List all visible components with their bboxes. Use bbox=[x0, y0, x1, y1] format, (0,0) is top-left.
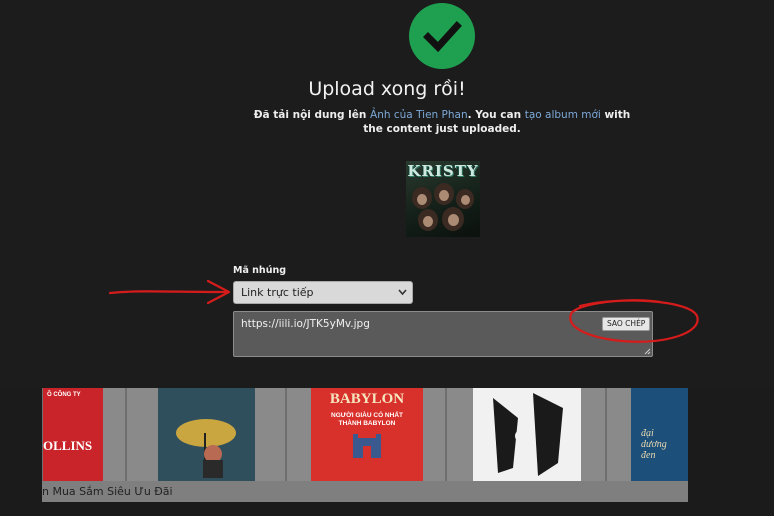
book-card[interactable] bbox=[446, 388, 606, 481]
chevron-down-icon bbox=[398, 282, 407, 312]
book-cover bbox=[473, 388, 581, 481]
resize-grip-icon[interactable] bbox=[644, 348, 651, 355]
book-cover-title: đại dương đen bbox=[641, 428, 667, 461]
thumbnail-person bbox=[418, 209, 438, 231]
book-cover: BABYLON NGƯỜI GIÀU CÓ NHẤT THÀNH BABYLON bbox=[311, 388, 423, 481]
thumbnail-person bbox=[442, 207, 464, 231]
book-cover-subtitle: NGƯỜI GIÀU CÓ NHẤT THÀNH BABYLON bbox=[331, 412, 403, 427]
new-album-link[interactable]: tạo album mới bbox=[525, 109, 601, 121]
embed-code-value: https://iili.io/JTK5yMv.jpg bbox=[241, 318, 370, 330]
book-illustration bbox=[493, 393, 563, 476]
upload-title: Upload xong rồi! bbox=[308, 78, 466, 100]
message-text: . You can bbox=[467, 109, 525, 121]
book-cover: đại dương đen bbox=[631, 388, 688, 481]
embed-code-label: Mã nhúng bbox=[233, 265, 287, 276]
book-cover-text: Ô CÔNG TY bbox=[47, 392, 81, 398]
book-illustration bbox=[176, 419, 236, 478]
embed-code-textarea[interactable]: https://iili.io/JTK5yMv.jpg SAO CHÉP bbox=[233, 311, 653, 357]
thumbnail-title: KRISTY bbox=[407, 162, 479, 180]
book-card[interactable]: đại dương đen bbox=[606, 388, 688, 481]
book-card[interactable]: Ô CÔNG TY OLLINS bbox=[42, 388, 126, 481]
castle-icon bbox=[353, 434, 381, 458]
upload-success-modal: Upload xong rồi! Đã tải nội dung lên Ảnh… bbox=[0, 0, 774, 388]
album-link[interactable]: Ảnh của Tien Phan bbox=[370, 109, 468, 121]
background-page-books: Ô CÔNG TY OLLINS BABYLON NGƯỜI GIÀU CÓ N… bbox=[42, 388, 688, 502]
success-check-icon bbox=[409, 3, 475, 69]
book-cover-text: OLLINS bbox=[43, 438, 93, 453]
thumbnail-person bbox=[434, 183, 454, 205]
embed-type-select[interactable]: Link trực tiếp bbox=[233, 281, 413, 304]
background-page-caption: n Mua Sắm Siêu Ưu Đãi bbox=[42, 485, 173, 498]
uploaded-image-thumbnail[interactable]: KRISTY bbox=[406, 161, 480, 237]
book-card[interactable] bbox=[126, 388, 286, 481]
message-text: Đã tải nội dung lên bbox=[253, 109, 371, 121]
thumbnail-person bbox=[456, 189, 474, 209]
book-cover: Ô CÔNG TY OLLINS bbox=[43, 388, 103, 481]
copy-button[interactable]: SAO CHÉP bbox=[602, 317, 651, 331]
book-card[interactable]: BABYLON NGƯỜI GIÀU CÓ NHẤT THÀNH BABYLON bbox=[286, 388, 446, 481]
book-cover bbox=[158, 388, 255, 481]
thumbnail-person bbox=[412, 187, 432, 209]
embed-type-value: Link trực tiếp bbox=[241, 286, 314, 299]
book-cover-title: BABYLON bbox=[329, 391, 405, 407]
upload-message: Đã tải nội dung lên Ảnh của Tien Phan. Y… bbox=[250, 108, 634, 136]
